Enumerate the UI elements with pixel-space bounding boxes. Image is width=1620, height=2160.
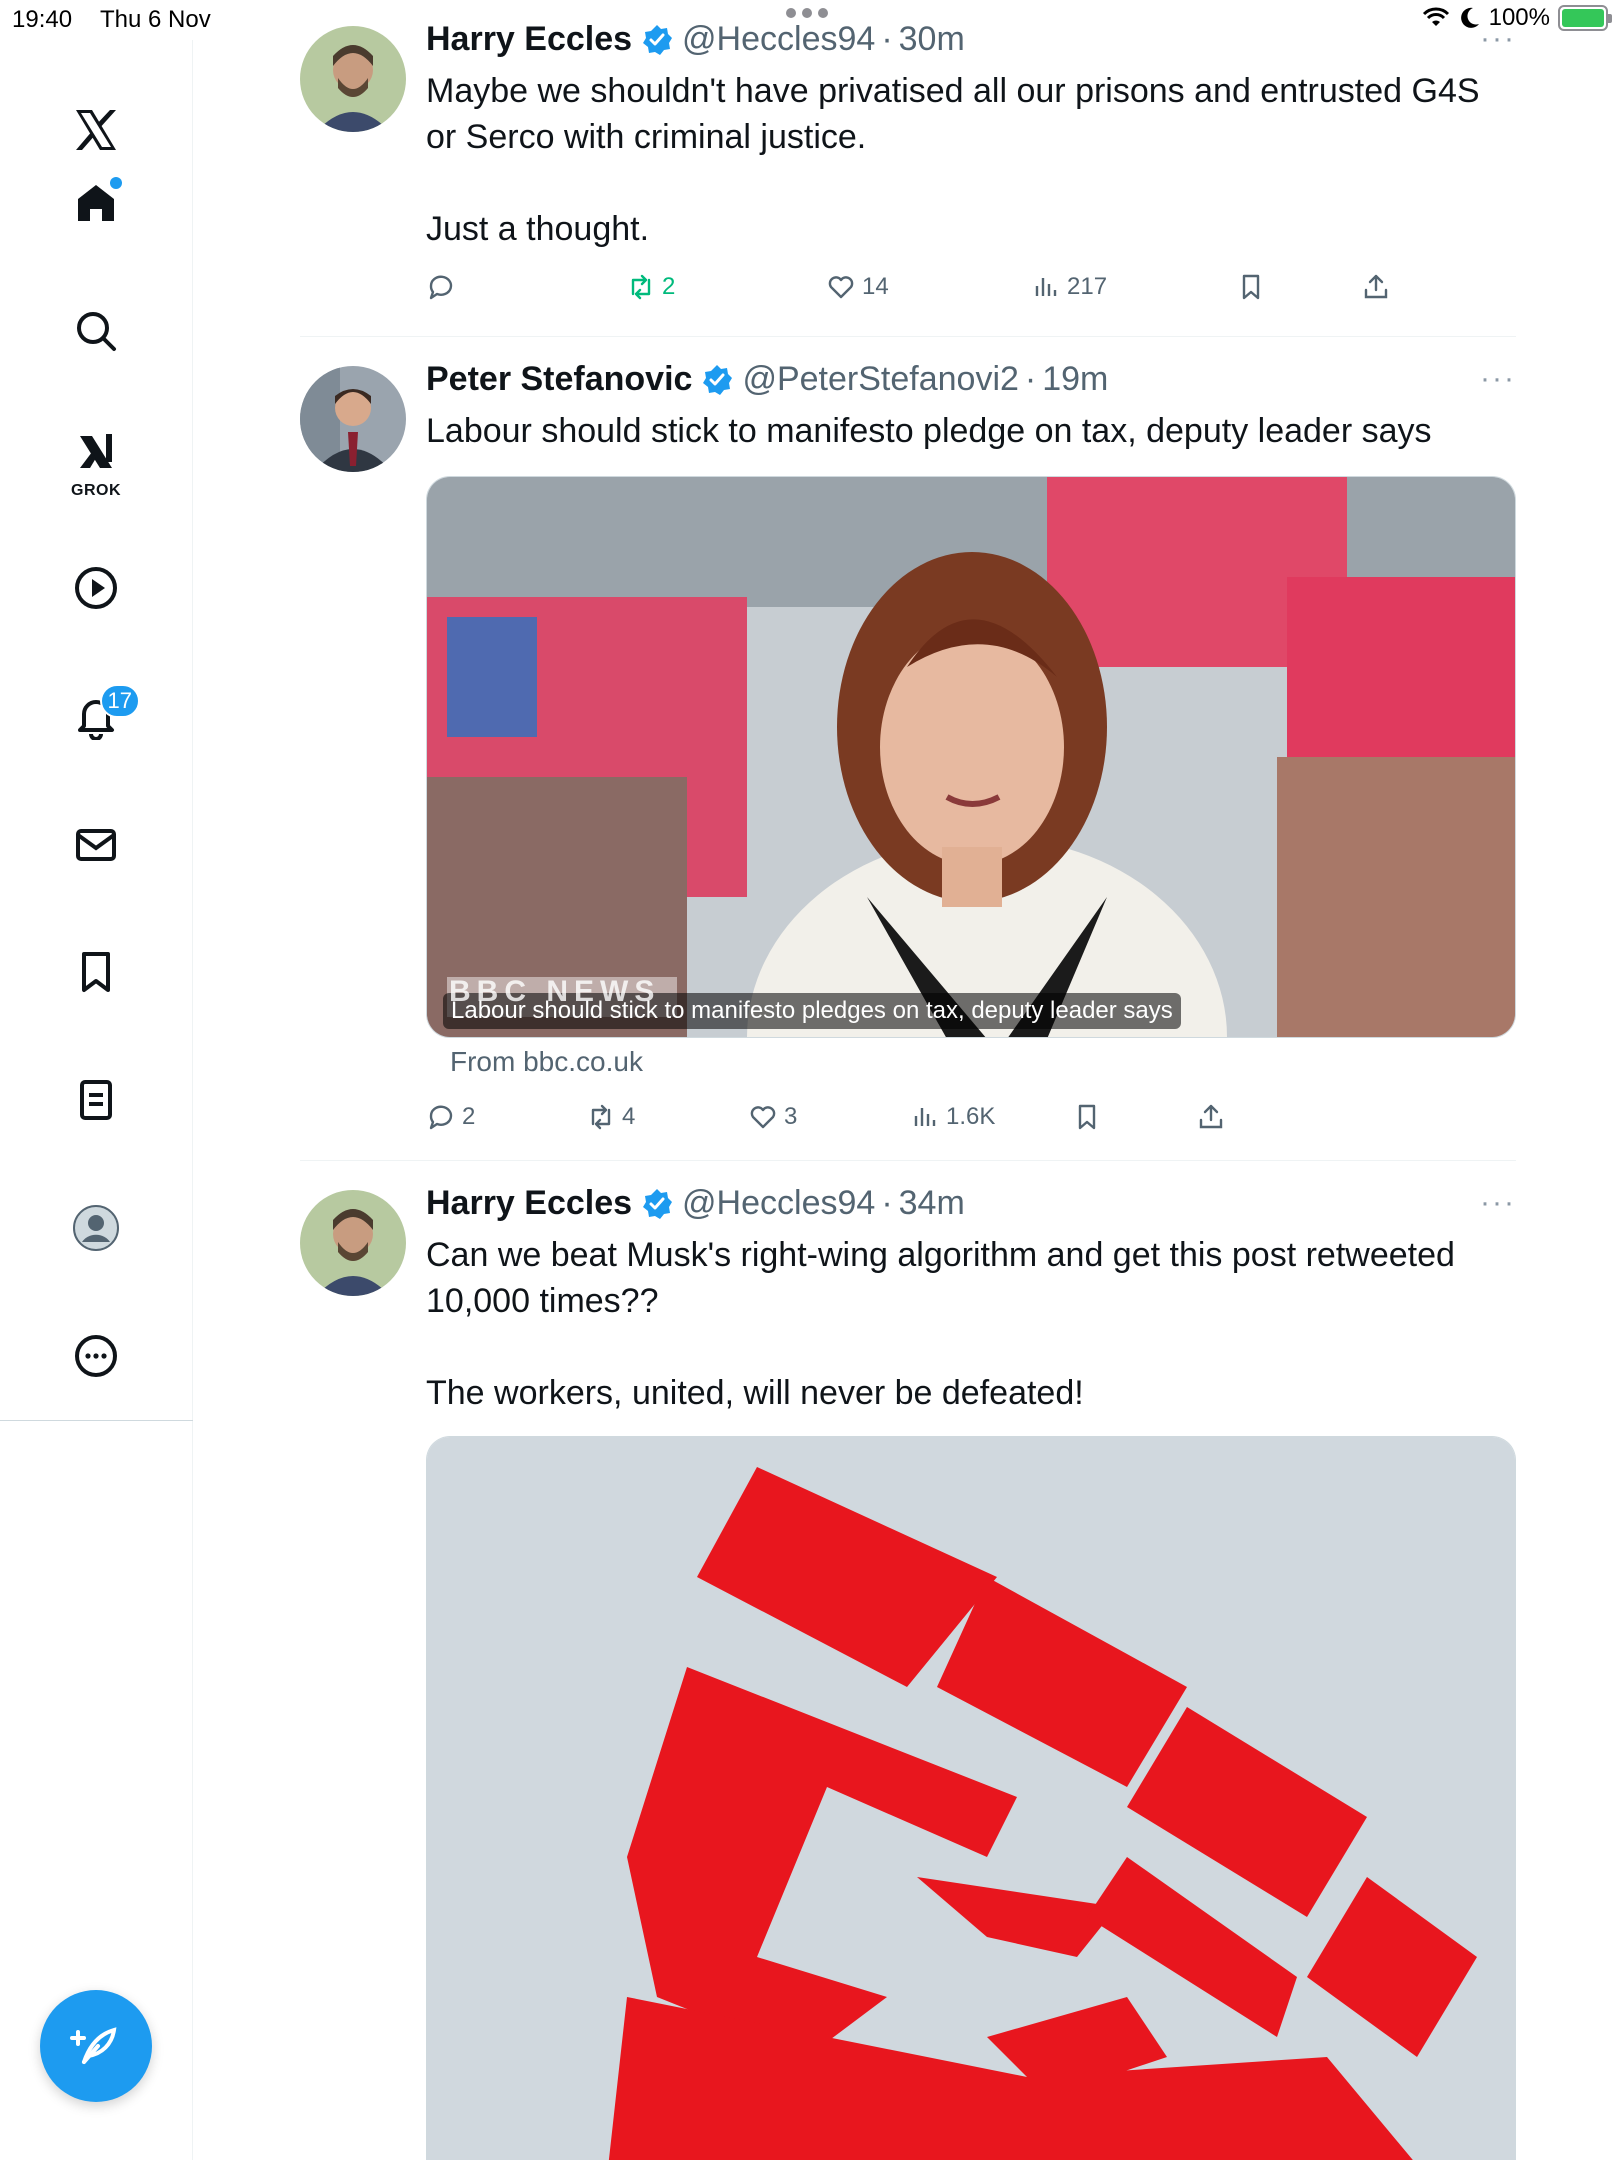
retweet-count: 4: [622, 1103, 636, 1130]
bbc-news-logo: BBC NEWS: [449, 975, 661, 1008]
heart-icon: [750, 1106, 776, 1129]
share-icon: [1199, 1104, 1223, 1129]
verified-badge-icon: [643, 24, 673, 55]
handle[interactable]: @Heccles94: [682, 1184, 875, 1223]
timestamp[interactable]: 19m: [1042, 360, 1108, 399]
reply-icon: [429, 275, 453, 300]
display-name[interactable]: Harry Eccles: [426, 20, 632, 59]
sidebar-item-messages[interactable]: [56, 805, 136, 885]
bookmark-icon: [1242, 274, 1260, 300]
more-options-icon[interactable]: ···: [1480, 22, 1516, 56]
tweet-text: Can we beat Musk's right-wing algorithm …: [426, 1236, 1455, 1412]
share-button[interactable]: [1361, 272, 1391, 302]
avatar[interactable]: [300, 1190, 406, 1296]
sidebar-item-search[interactable]: [56, 291, 136, 371]
card-source[interactable]: From bbc.co.uk: [450, 1046, 643, 1078]
share-icon: [1364, 274, 1388, 299]
grok-icon: [80, 434, 112, 468]
link-card-image[interactable]: Labour should stick to manifesto pledges…: [426, 476, 1516, 1038]
timestamp[interactable]: 34m: [899, 1184, 965, 1223]
more-options-icon[interactable]: ···: [1480, 1186, 1516, 1220]
verified-badge-icon: [703, 364, 733, 395]
unread-dot: [110, 177, 122, 189]
sidebar-item-home[interactable]: [56, 163, 136, 243]
sidebar-divider: [0, 1420, 193, 1421]
compose-feather-icon: [70, 2027, 117, 2064]
bookmark-button[interactable]: [1236, 272, 1266, 302]
play-icon: [75, 567, 117, 609]
status-time: 19:40: [12, 6, 73, 33]
battery-icon: [1558, 5, 1612, 31]
like-button[interactable]: 14: [826, 272, 889, 302]
reply-button[interactable]: 2: [426, 1102, 475, 1132]
reply-icon: [429, 1105, 453, 1130]
like-count: 3: [784, 1103, 798, 1130]
sidebar-item-videos[interactable]: [56, 548, 136, 628]
views-button[interactable]: 217: [1031, 272, 1107, 302]
search-icon: [77, 312, 116, 351]
tweet-divider: [300, 1160, 1516, 1161]
more-circle-icon: [75, 1335, 117, 1377]
grok-label: GROK: [71, 482, 121, 499]
separator-dot: ·: [881, 20, 893, 58]
retweet-button[interactable]: 4: [586, 1102, 635, 1132]
bookmark-button[interactable]: [1072, 1102, 1102, 1132]
status-date: Thu 6 Nov: [100, 6, 211, 33]
timestamp[interactable]: 30m: [899, 20, 965, 59]
share-button[interactable]: [1196, 1102, 1226, 1132]
raised-fist-image: [427, 1437, 1515, 2160]
like-count: 14: [862, 273, 889, 300]
heart-icon: [828, 276, 854, 299]
more-options-icon[interactable]: ···: [1480, 362, 1516, 396]
news-photo: [427, 477, 1515, 1037]
display-name[interactable]: Peter Stefanovic: [426, 360, 692, 399]
views-chart-icon: [914, 1108, 936, 1126]
reply-button[interactable]: [426, 272, 456, 302]
sidebar-item-lists[interactable]: [56, 1060, 136, 1140]
tweet-header: Harry Eccles @Heccles94 · 34m: [426, 1184, 965, 1223]
tweet[interactable]: Peter Stefanovic @PeterStefanovi2 · 19m …: [300, 360, 1516, 1160]
tweet[interactable]: Harry Eccles @Heccles94 · 34m ··· Can we…: [300, 1184, 1516, 2160]
tweet-image[interactable]: [426, 1436, 1516, 2160]
reply-count: 2: [462, 1103, 476, 1130]
compose-button[interactable]: [40, 1990, 152, 2102]
tweet-header: Peter Stefanovic @PeterStefanovi2 · 19m: [426, 360, 1108, 399]
verified-badge-icon: [643, 1188, 673, 1219]
tweet-divider: [300, 336, 1516, 337]
sidebar-item-profile[interactable]: [56, 1188, 136, 1268]
separator-dot: ·: [881, 1184, 893, 1222]
retweet-count: 2: [662, 273, 676, 300]
envelope-icon: [76, 829, 116, 861]
sidebar-item-bookmarks[interactable]: [56, 932, 136, 1012]
retweet-icon: [631, 274, 651, 300]
display-name[interactable]: Harry Eccles: [426, 1184, 632, 1223]
tweet-text: Labour should stick to manifesto pledge …: [426, 412, 1432, 450]
views-count: 217: [1067, 273, 1108, 300]
avatar[interactable]: [300, 26, 406, 132]
views-count: 1.6K: [946, 1103, 996, 1130]
like-button[interactable]: 3: [748, 1102, 797, 1132]
sidebar-item-notifications[interactable]: 17: [56, 676, 140, 756]
sidebar-item-grok[interactable]: GROK: [56, 420, 136, 500]
tweet-header: Harry Eccles @Heccles94 · 30m: [426, 20, 965, 59]
views-chart-icon: [1035, 278, 1057, 296]
tweet-text: Maybe we shouldn't have privatised all o…: [426, 72, 1480, 248]
handle[interactable]: @Heccles94: [682, 20, 875, 59]
bookmark-icon: [1078, 1104, 1096, 1130]
sidebar: GROK 17: [0, 40, 193, 2160]
tweet[interactable]: Harry Eccles @Heccles94 · 30m ··· Maybe …: [300, 20, 1516, 336]
avatar[interactable]: [300, 366, 406, 472]
profile-icon: [73, 1205, 119, 1251]
views-button[interactable]: 1.6K: [910, 1102, 995, 1132]
x-logo-icon[interactable]: [56, 90, 136, 170]
list-icon: [80, 1080, 112, 1120]
timeline-feed: Harry Eccles @Heccles94 · 30m ··· Maybe …: [300, 0, 1516, 2160]
separator-dot: ·: [1024, 360, 1037, 398]
handle[interactable]: @PeterStefanovi2: [742, 360, 1018, 399]
bookmark-icon: [82, 952, 110, 992]
retweet-icon: [591, 1104, 611, 1130]
notifications-badge: 17: [99, 684, 140, 718]
retweet-button[interactable]: 2: [626, 272, 675, 302]
sidebar-item-more[interactable]: [56, 1316, 136, 1396]
